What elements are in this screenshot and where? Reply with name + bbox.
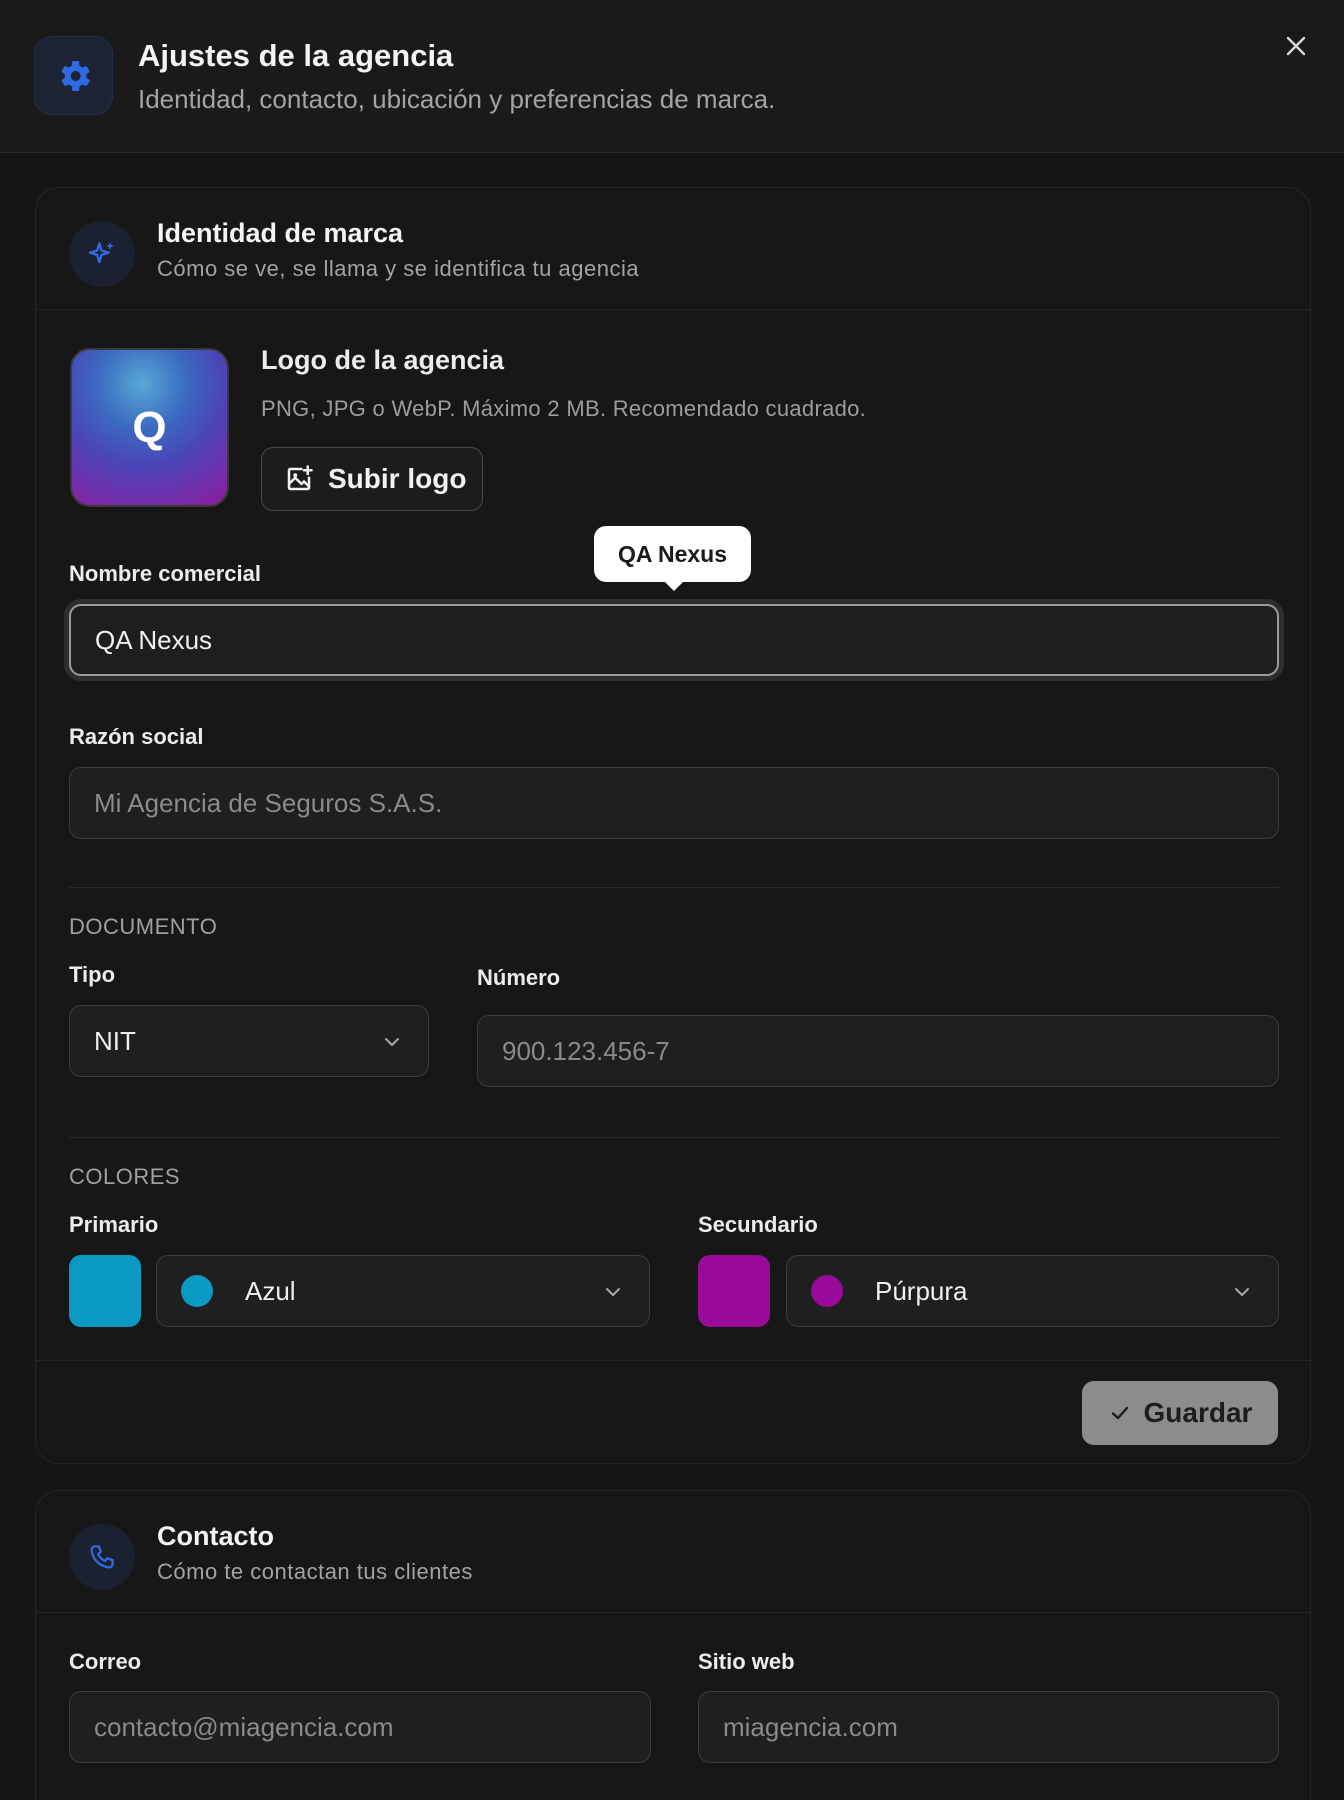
card-footer-divider — [36, 1360, 1310, 1361]
section-divider — [69, 1137, 1279, 1138]
secondary-color-value: Púrpura — [875, 1275, 968, 1306]
document-type-select[interactable]: NIT — [69, 1005, 429, 1077]
legal-name-input[interactable] — [69, 767, 1279, 839]
chevron-down-icon — [606, 1288, 620, 1296]
card-subtitle: Cómo se ve, se llama y se identifica tu … — [157, 256, 640, 281]
logo-title: Logo de la agencia — [261, 345, 505, 375]
phone-icon — [69, 1524, 135, 1590]
logo-letter: Q — [132, 402, 167, 452]
trade-name-tooltip: QA Nexus — [594, 526, 751, 591]
contact-card: Contacto Cómo te contactan tus clientes … — [35, 1490, 1311, 1800]
page-subtitle: Identidad, contacto, ubicación y prefere… — [138, 84, 776, 114]
section-divider — [69, 887, 1279, 888]
colors-section-label: COLORES — [69, 1164, 181, 1189]
close-icon — [1286, 36, 1306, 56]
chevron-down-icon — [1235, 1288, 1249, 1296]
check-icon — [1111, 1406, 1128, 1420]
sparkles-icon — [69, 221, 135, 287]
card-subtitle: Cómo te contactan tus clientes — [157, 1559, 473, 1584]
agency-logo: Q — [70, 348, 229, 507]
logo-hint: PNG, JPG o WebP. Máximo 2 MB. Recomendad… — [261, 396, 867, 421]
document-type-value: NIT — [94, 1025, 136, 1056]
primary-color-swatch[interactable] — [69, 1255, 141, 1327]
card-header: Contacto Cómo te contactan tus clientes — [36, 1491, 1310, 1613]
email-field[interactable] — [69, 1691, 651, 1763]
primary-color-value: Azul — [245, 1275, 296, 1306]
secondary-color-swatch[interactable] — [698, 1255, 770, 1327]
secondary-color-label: Secundario — [698, 1212, 818, 1237]
upload-logo-button[interactable]: Subir logo — [261, 447, 483, 511]
card-title: Identidad de marca — [157, 218, 404, 248]
gear-icon — [34, 36, 113, 115]
modal-header: Ajustes de la agencia Identidad, contact… — [0, 0, 1344, 153]
page-title: Ajustes de la agencia — [138, 38, 454, 73]
save-label: Guardar — [1143, 1397, 1253, 1428]
document-number-label: Número — [477, 965, 561, 990]
card-title: Contacto — [157, 1521, 274, 1551]
save-button[interactable]: Guardar — [1082, 1381, 1278, 1445]
legal-name-label: Razón social — [69, 724, 204, 749]
card-header: Identidad de marca Cómo se ve, se llama … — [36, 188, 1310, 310]
trade-name-label: Nombre comercial — [69, 561, 261, 586]
image-plus-icon — [287, 465, 313, 491]
primary-color-dot — [181, 1275, 213, 1307]
website-label: Sitio web — [698, 1649, 795, 1674]
trade-name-input[interactable] — [69, 604, 1279, 676]
secondary-color-dot — [811, 1275, 843, 1307]
upload-logo-label: Subir logo — [328, 463, 467, 494]
document-section-label: DOCUMENTO — [69, 914, 218, 939]
document-number-input[interactable] — [477, 1015, 1279, 1087]
website-field[interactable] — [698, 1691, 1279, 1763]
document-type-label: Tipo — [69, 962, 116, 987]
secondary-color-select[interactable]: Púrpura — [786, 1255, 1279, 1327]
primary-color-select[interactable]: Azul — [156, 1255, 650, 1327]
close-button[interactable] — [1280, 30, 1312, 62]
primary-color-label: Primario — [69, 1212, 159, 1237]
email-label: Correo — [69, 1649, 142, 1674]
brand-identity-card: Identidad de marca Cómo se ve, se llama … — [35, 187, 1311, 1464]
chevron-down-icon — [385, 1038, 399, 1046]
